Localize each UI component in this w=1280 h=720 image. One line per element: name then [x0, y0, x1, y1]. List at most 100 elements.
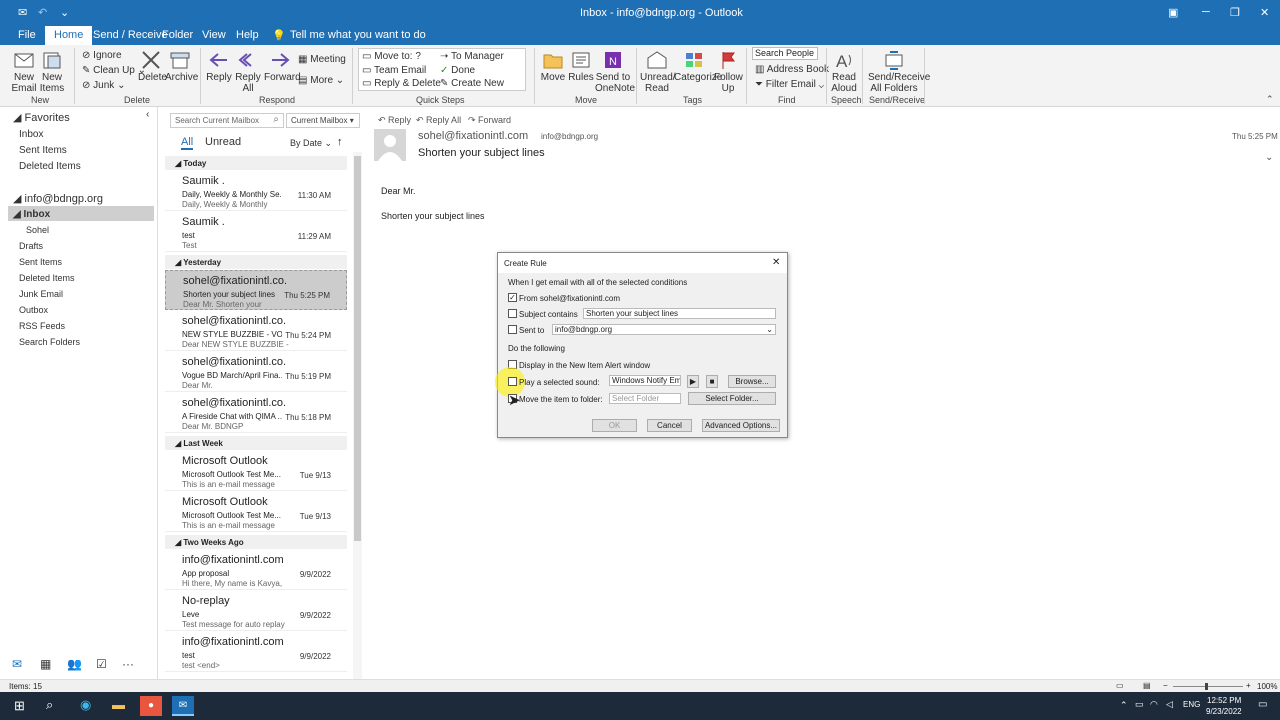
folder-sohel[interactable]: Sohel: [26, 225, 49, 235]
dialog-close-icon[interactable]: ✕: [772, 257, 780, 268]
fav-inbox[interactable]: Inbox: [19, 129, 43, 140]
list-item[interactable]: Microsoft Outlook Microsoft Outlook Test …: [165, 451, 347, 491]
new-items-button[interactable]: New Items: [38, 50, 66, 94]
zoom-out-icon[interactable]: −: [1163, 681, 1168, 690]
list-item[interactable]: sohel@fixationintl.co... Vogue BD March/A…: [165, 352, 347, 392]
folder-search-folders[interactable]: Search Folders: [19, 337, 80, 347]
list-item-selected[interactable]: sohel@fixationintl.co... Shorten your sub…: [165, 270, 347, 310]
rules-button[interactable]: Rules: [568, 50, 594, 83]
tasks-icon[interactable]: ☑: [96, 657, 107, 671]
more-apps-icon[interactable]: ···: [122, 657, 134, 671]
quick-step-to-manager[interactable]: ➝ To Manager: [440, 51, 504, 62]
account-header[interactable]: ◢ info@bdngp.org: [13, 192, 103, 205]
sort-by-date[interactable]: By Date ⌄: [290, 138, 332, 149]
reply-button[interactable]: Reply: [205, 50, 233, 83]
from-checkbox[interactable]: ✓: [508, 293, 517, 302]
browse-button[interactable]: Browse...: [728, 375, 776, 388]
sort-direction-icon[interactable]: ↑: [337, 136, 343, 148]
select-folder-button[interactable]: Select Folder...: [688, 392, 776, 405]
favorites-header[interactable]: ◢ Favorites: [13, 111, 70, 124]
tab-file[interactable]: File: [18, 29, 36, 41]
reading-forward-button[interactable]: ↷ Forward: [468, 115, 511, 126]
stop-sound-button[interactable]: ■: [706, 375, 718, 388]
filter-unread[interactable]: Unread: [205, 136, 241, 148]
quick-step-create-new[interactable]: ✎ Create New: [440, 78, 504, 89]
fav-deleted-items[interactable]: Deleted Items: [19, 161, 81, 172]
list-scrollbar[interactable]: [353, 152, 362, 679]
outlook-taskbar-icon[interactable]: ✉: [172, 696, 194, 716]
quick-step-reply-delete[interactable]: ▭ Reply & Delete: [362, 78, 441, 89]
notification-icon[interactable]: ▭: [1258, 699, 1267, 710]
ribbon-display-icon[interactable]: ▣: [1168, 6, 1178, 19]
quick-step-team-email[interactable]: ▭ Team Email: [362, 65, 426, 76]
cancel-button[interactable]: Cancel: [647, 419, 692, 432]
more-button[interactable]: ▤ More ⌄: [298, 75, 344, 86]
folder-drafts[interactable]: Drafts: [19, 241, 43, 251]
search-mailbox-input[interactable]: Search Current Mailbox ⌕: [170, 113, 284, 128]
subject-checkbox[interactable]: [508, 309, 517, 318]
meeting-button[interactable]: ▦ Meeting: [298, 54, 346, 65]
list-item[interactable]: info@fixationintl.com test test <end> 9/9/2…: [165, 632, 347, 672]
archive-button[interactable]: Archive: [165, 50, 198, 83]
tab-home[interactable]: Home: [45, 26, 93, 45]
send-receive-all-button[interactable]: Send/Receive All Folders: [868, 50, 930, 94]
undo-icon[interactable]: ↶: [38, 6, 47, 19]
volume-icon[interactable]: ◁: [1166, 699, 1173, 710]
collapse-pane-icon[interactable]: ‹: [146, 109, 149, 120]
read-aloud-button[interactable]: A Read Aloud: [830, 50, 858, 94]
clock-time[interactable]: 12:52 PM: [1207, 696, 1241, 705]
list-item[interactable]: No-replay Leve Test message for auto repla…: [165, 591, 347, 631]
clock-date[interactable]: 9/23/2022: [1206, 707, 1242, 716]
close-icon[interactable]: ✕: [1260, 6, 1269, 19]
sent-to-checkbox[interactable]: [508, 325, 517, 334]
recorder-icon[interactable]: ●: [140, 696, 162, 716]
list-item[interactable]: sohel@fixationintl.co... NEW STYLE BUZZBI…: [165, 311, 347, 351]
edge-icon[interactable]: ◉: [80, 697, 91, 713]
group-header-yesterday[interactable]: ◢ Yesterday: [165, 255, 347, 269]
follow-up-button[interactable]: Follow Up: [714, 50, 743, 94]
sound-field[interactable]: Windows Notify Em: [609, 375, 681, 386]
tab-send-receive[interactable]: Send / Receive: [93, 29, 168, 41]
group-header-today[interactable]: ◢ Today: [165, 156, 347, 170]
filter-all[interactable]: All: [181, 136, 194, 150]
folder-outbox[interactable]: Outbox: [19, 305, 48, 315]
folder-inbox[interactable]: ◢ Inbox: [13, 209, 50, 220]
forward-button[interactable]: Forward: [264, 50, 301, 83]
new-email-button[interactable]: New Email: [10, 50, 38, 94]
list-item[interactable]: Saumik . test Test 11:29 AM: [165, 212, 347, 252]
play-sound-checkbox[interactable]: [508, 377, 517, 386]
network-icon[interactable]: ▭: [1135, 699, 1144, 710]
maximize-icon[interactable]: ❐: [1230, 6, 1240, 19]
reply-all-button[interactable]: Reply All: [234, 50, 262, 94]
quick-step-done[interactable]: ✓ Done: [440, 65, 475, 76]
play-sound-button[interactable]: ▶: [687, 375, 699, 388]
zoom-slider-thumb[interactable]: [1205, 683, 1208, 690]
search-people-input[interactable]: Search People: [752, 47, 818, 60]
expand-header-icon[interactable]: ⌄: [1265, 152, 1273, 163]
reading-view-icon[interactable]: ▤: [1143, 681, 1151, 690]
folder-rss-feeds[interactable]: RSS Feeds: [19, 321, 65, 331]
sent-to-dropdown[interactable]: info@bdngp.org ⌄: [552, 324, 776, 335]
windows-start-icon[interactable]: ⊞: [14, 698, 25, 714]
clean-up-button[interactable]: ✎ Clean Up ⌄: [82, 65, 146, 76]
mail-icon[interactable]: ✉: [12, 657, 22, 671]
send-to-onenote-button[interactable]: N Send to OneNote: [595, 50, 635, 94]
tell-me-search[interactable]: Tell me what you want to do: [290, 29, 426, 41]
people-icon[interactable]: 👥: [67, 657, 82, 671]
quick-access-dropdown-icon[interactable]: ⌄: [60, 6, 69, 19]
folder-sent-items[interactable]: Sent Items: [19, 257, 62, 267]
normal-view-icon[interactable]: ▭: [1116, 681, 1124, 690]
wifi-icon[interactable]: ◠: [1150, 699, 1158, 710]
subject-field[interactable]: Shorten your subject lines: [583, 308, 776, 319]
tab-view[interactable]: View: [202, 29, 226, 41]
advanced-options-button[interactable]: Advanced Options...: [702, 419, 780, 432]
reading-reply-all-button[interactable]: ↶ Reply All: [416, 115, 461, 126]
search-taskbar-icon[interactable]: ⌕: [46, 697, 53, 713]
junk-button[interactable]: ⊘ Junk ⌄: [82, 80, 125, 91]
zoom-in-icon[interactable]: +: [1246, 681, 1251, 690]
tab-folder[interactable]: Folder: [162, 29, 193, 41]
list-item[interactable]: Saumik . Daily, Weekly & Monthly Se... Dai…: [165, 171, 347, 211]
move-button[interactable]: Move: [540, 50, 566, 83]
group-header-last-week[interactable]: ◢ Last Week: [165, 436, 347, 450]
folder-field[interactable]: Select Folder: [609, 393, 681, 404]
